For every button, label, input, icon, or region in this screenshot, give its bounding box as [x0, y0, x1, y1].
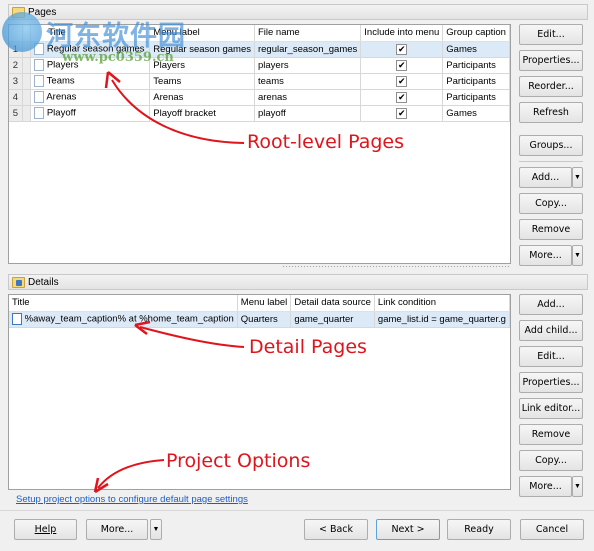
arrow-detail-pages	[139, 326, 245, 348]
annotation-root-level-pages: Root-level Pages	[247, 131, 405, 153]
arrow-project-options	[97, 459, 165, 489]
annotation-project-options: Project Options	[166, 450, 311, 472]
annotation-detail-pages: Detail Pages	[249, 336, 367, 358]
arrow-root-level	[111, 79, 245, 144]
